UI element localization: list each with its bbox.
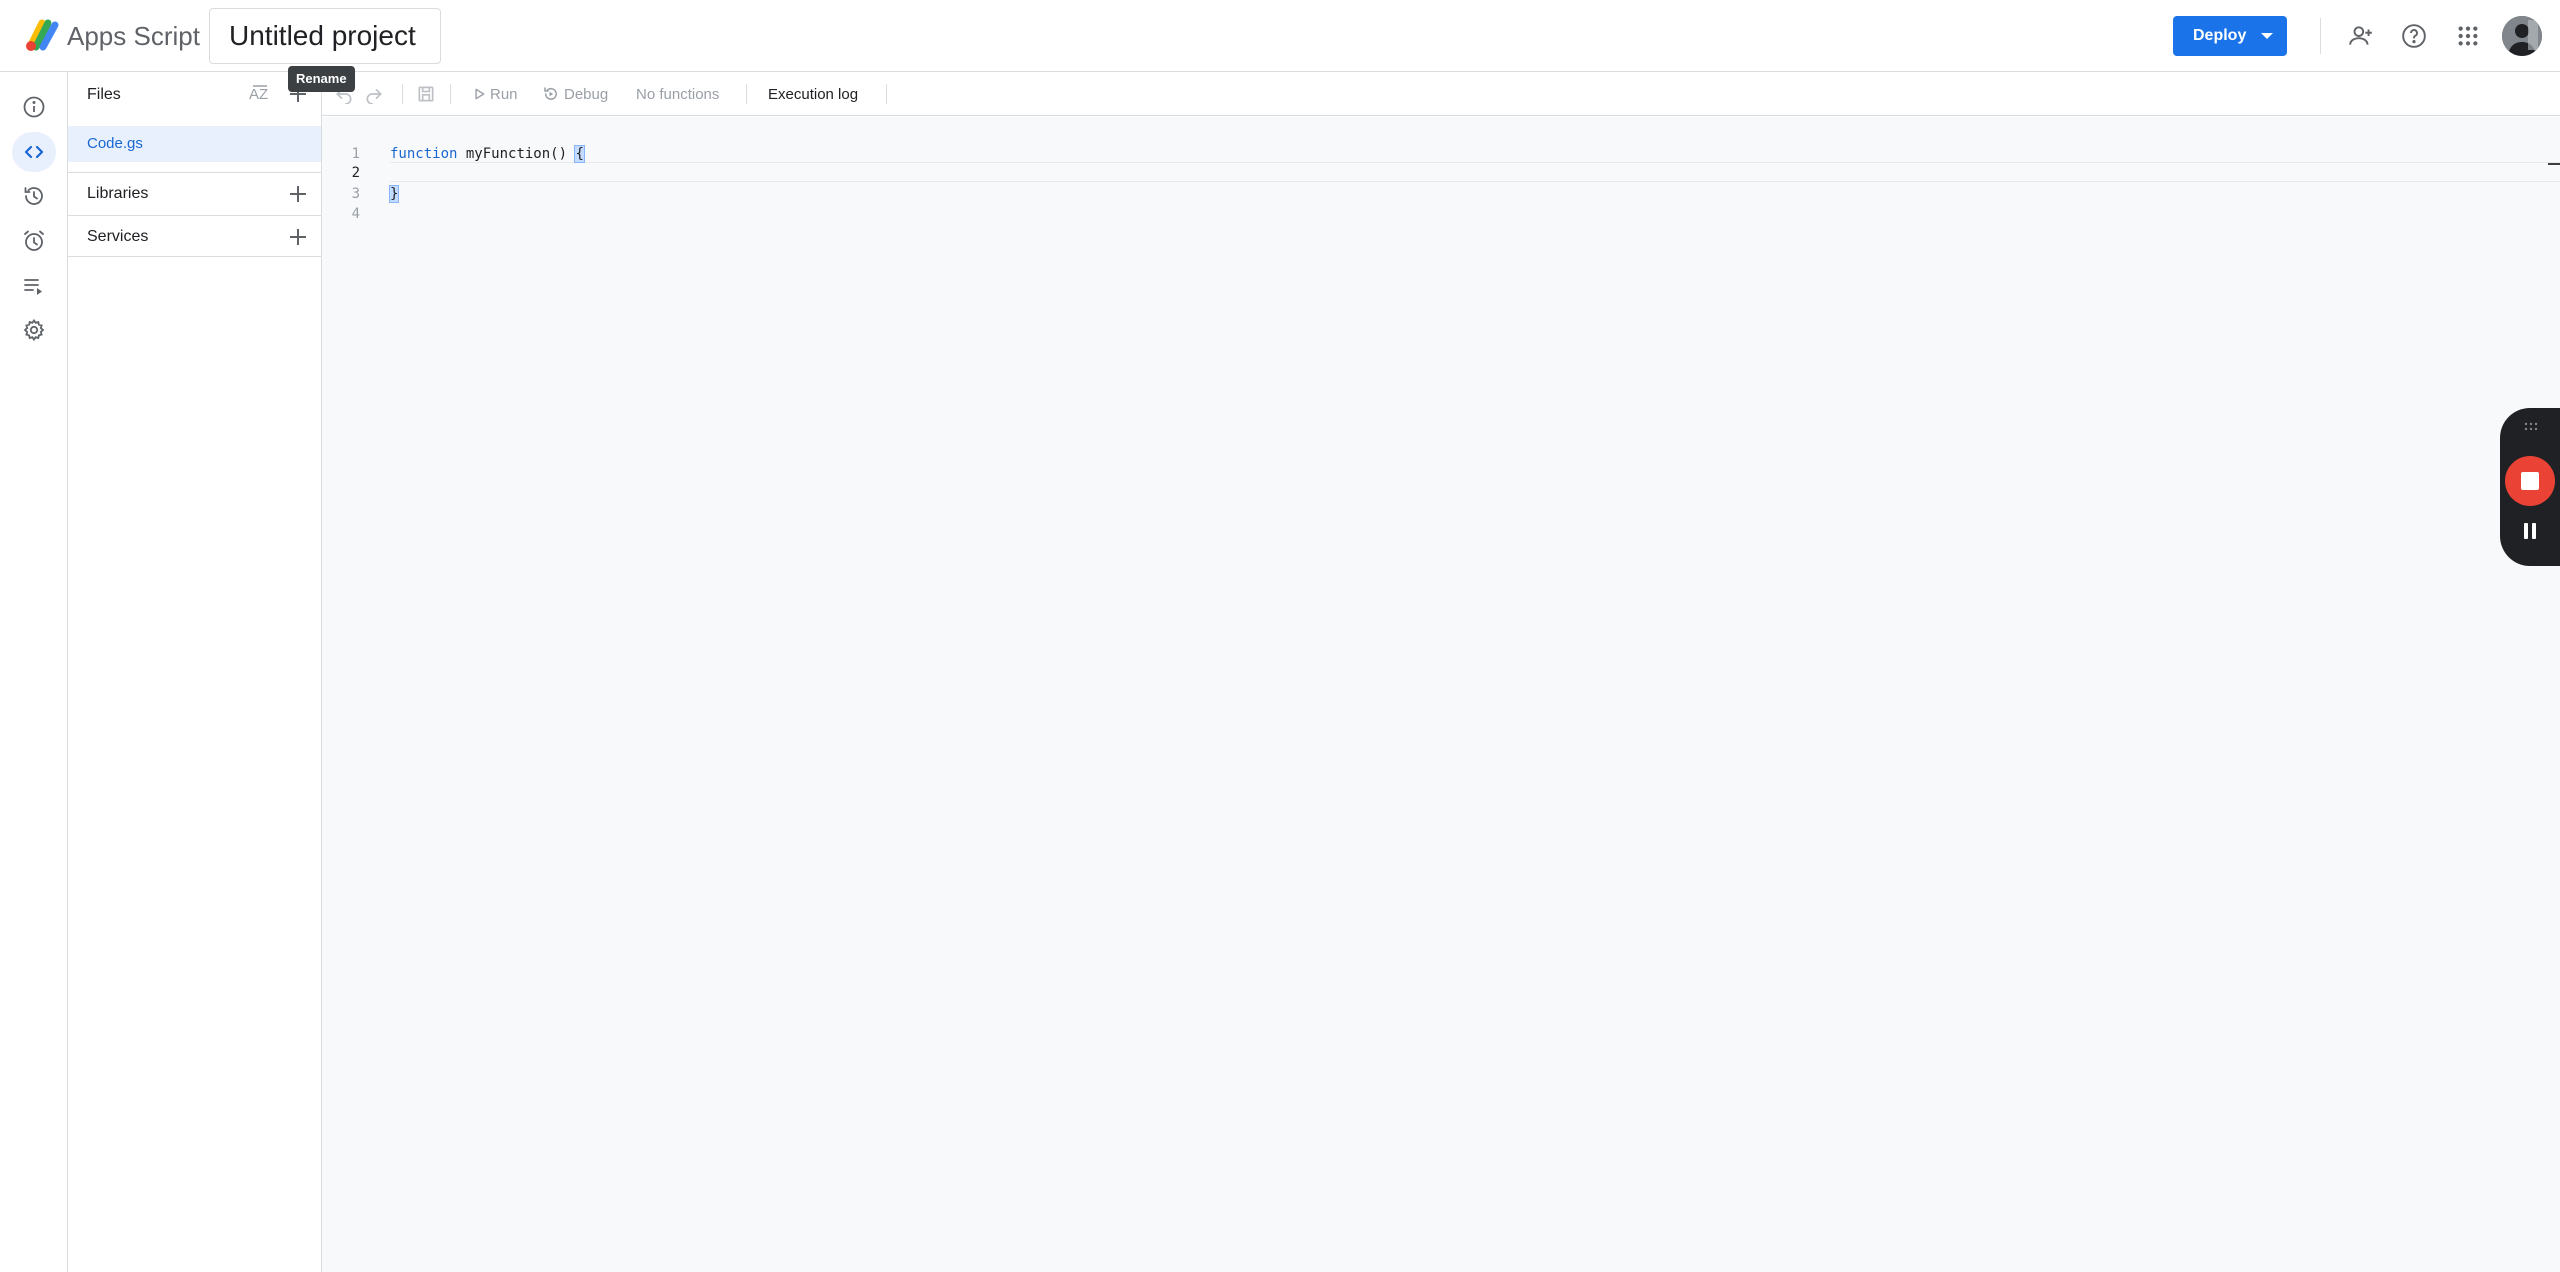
gear-icon — [23, 318, 45, 342]
files-panel: Files AZ Code.gs Libraries Services — [68, 72, 322, 1272]
debug-icon — [544, 87, 557, 100]
file-name: Code.gs — [87, 135, 143, 152]
editor-toolbar: Run Debug No functions Execution log — [322, 72, 2560, 116]
redo-button[interactable] — [362, 82, 386, 106]
svg-text:AZ: AZ — [249, 86, 268, 103]
run-label: Run — [490, 85, 518, 103]
libraries-label: Libraries — [87, 185, 149, 202]
share-button[interactable] — [2341, 16, 2381, 56]
toolbar-separator — [402, 84, 403, 104]
project-name-field[interactable]: Untitled project — [209, 8, 441, 64]
save-button[interactable] — [414, 82, 438, 106]
top-header: Apps Script Untitled project Deploy — [0, 0, 2560, 72]
line-content: } — [388, 184, 400, 204]
deploy-label: Deploy — [2193, 27, 2247, 44]
rail-overview[interactable] — [12, 87, 56, 127]
code-line[interactable]: 3 } — [322, 184, 2560, 204]
pause-recording-button[interactable] — [2519, 518, 2541, 544]
recorder-widget — [2500, 408, 2560, 566]
line-number: 1 — [351, 146, 360, 162]
add-library-icon[interactable] — [286, 182, 310, 206]
app-name: Apps Script — [67, 21, 200, 51]
execution-log-button[interactable]: Execution log — [768, 85, 858, 105]
open-brace-token: { — [574, 145, 585, 163]
run-button[interactable]: Run — [472, 82, 518, 106]
executions-icon — [24, 279, 42, 295]
code-line[interactable]: 2 — [322, 163, 2560, 183]
line-content: function myFunction() { — [390, 144, 585, 164]
play-icon — [475, 88, 485, 100]
account-avatar[interactable] — [2502, 16, 2542, 56]
parens-token: () — [550, 146, 568, 162]
info-icon — [23, 96, 45, 118]
overview-ruler-cursor — [2548, 163, 2560, 165]
rail-executions[interactable] — [12, 266, 56, 306]
pause-icon — [2532, 523, 2536, 539]
rename-tooltip: Rename — [288, 66, 355, 92]
function-select[interactable]: No functions — [636, 85, 719, 105]
rail-editor[interactable] — [12, 132, 56, 172]
toolbar-separator — [450, 84, 451, 104]
alarm-clock-icon — [24, 230, 44, 251]
rail-triggers[interactable] — [12, 221, 56, 261]
apps-grid-icon — [2458, 26, 2478, 46]
redo-icon — [366, 89, 382, 104]
line-number: 2 — [351, 165, 360, 181]
libraries-section[interactable]: Libraries — [68, 172, 321, 214]
files-title: Files — [87, 86, 121, 103]
user-photo-icon — [2502, 16, 2542, 56]
line-number: 3 — [351, 186, 360, 202]
rail-project-history[interactable] — [12, 176, 56, 216]
debug-label: Debug — [564, 85, 609, 103]
services-section[interactable]: Services — [68, 215, 321, 257]
sort-az-icon[interactable]: AZ — [248, 82, 276, 106]
left-nav-rail — [0, 72, 68, 1272]
debug-button[interactable]: Debug — [542, 82, 608, 106]
files-header: Files AZ — [68, 72, 322, 116]
services-label: Services — [87, 228, 149, 245]
function-name-token: myFunction — [465, 146, 551, 162]
toolbar-separator — [886, 84, 887, 104]
save-icon — [418, 86, 434, 102]
rail-settings[interactable] — [12, 310, 56, 350]
line-number: 4 — [351, 206, 360, 222]
code-line[interactable]: 4 — [322, 204, 2560, 224]
header-divider — [2320, 18, 2321, 54]
apps-launcher-button[interactable] — [2448, 16, 2488, 56]
drag-handle-icon[interactable] — [2524, 422, 2538, 432]
code-editor[interactable]: 1 function myFunction() { 2 3 } 4 — [322, 117, 2560, 1272]
person-add-icon — [2349, 26, 2372, 45]
history-icon — [24, 187, 43, 205]
apps-script-logo-icon[interactable] — [24, 17, 62, 53]
stop-icon — [2521, 472, 2539, 490]
chevron-down-icon[interactable] — [2261, 33, 2273, 39]
close-brace-token: } — [388, 185, 400, 203]
apps-script-editor: Apps Script Untitled project Deploy File… — [0, 0, 2560, 1272]
add-service-icon[interactable] — [286, 225, 310, 249]
help-button[interactable] — [2394, 16, 2434, 56]
deploy-button[interactable]: Deploy — [2173, 16, 2287, 56]
code-icon — [24, 145, 44, 159]
toolbar-separator — [746, 84, 747, 104]
file-item-code-gs[interactable]: Code.gs — [68, 126, 321, 162]
code-line[interactable]: 1 function myFunction() { — [322, 144, 2560, 164]
stop-recording-button[interactable] — [2505, 456, 2555, 506]
pause-icon — [2524, 523, 2528, 539]
help-icon — [2402, 24, 2426, 48]
keyword-token: function — [390, 146, 458, 162]
